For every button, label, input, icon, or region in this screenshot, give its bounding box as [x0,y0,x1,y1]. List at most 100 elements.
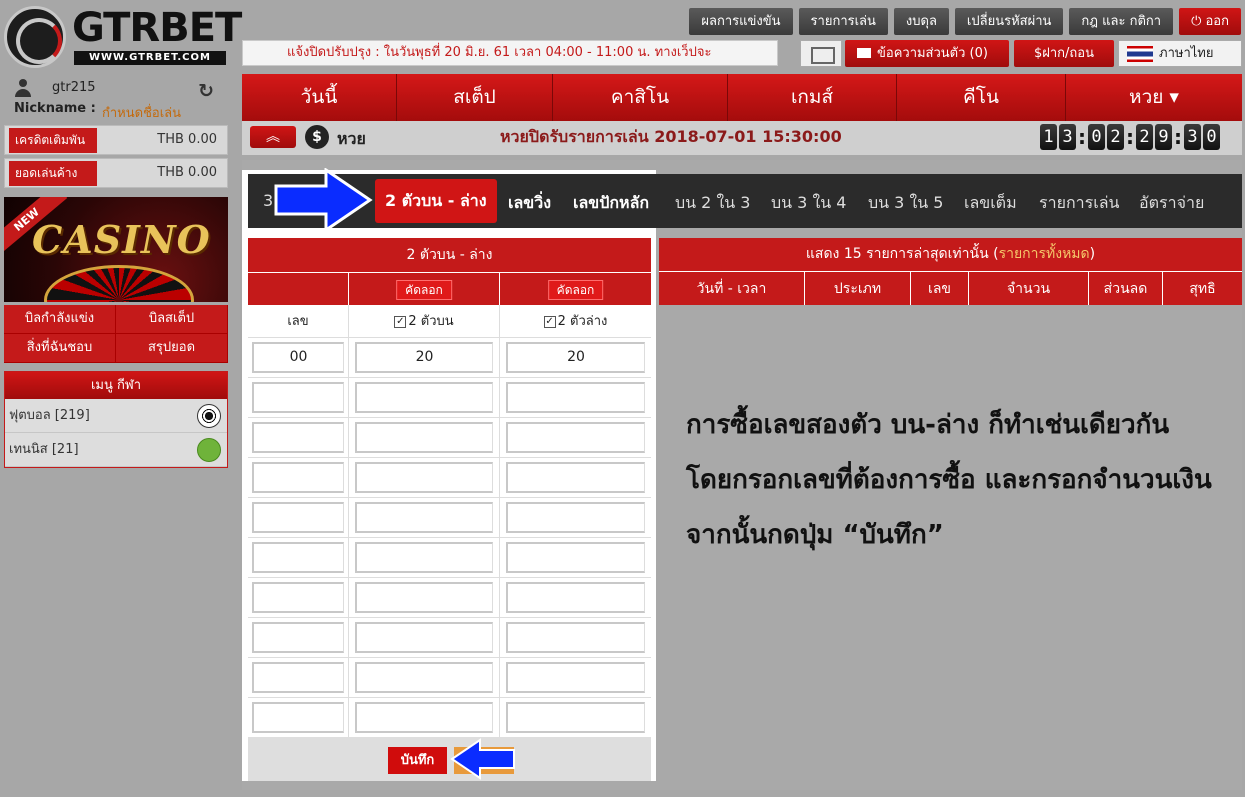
tab-payout-rates[interactable]: อัตราจ่าย [1139,191,1204,216]
bet-top-amount-input[interactable] [355,702,493,733]
bet-number-input[interactable] [252,422,344,453]
tab-3-digit[interactable]: 3 [263,191,273,210]
timer-digit: 0 [1088,124,1105,150]
link-running-bets[interactable]: บิลกำลังแข่ง [4,305,116,334]
tab-running-number[interactable]: เลขวิ่ง [508,191,551,216]
bet-top-amount-input[interactable] [355,622,493,653]
nav-casino[interactable]: คาสิโน [553,74,728,121]
link-step-bets[interactable]: บิลสเต็ป [116,305,228,334]
link-summary[interactable]: สรุปยอด [116,334,228,363]
save-button[interactable]: บันทึก [388,747,447,774]
bet-top-amount-input[interactable]: 20 [355,342,493,373]
bet-rows: 00 20 20 [248,338,651,738]
bet-top-amount-input[interactable] [355,542,493,573]
bet-bottom-amount-input[interactable] [506,422,645,453]
bottom-checkbox[interactable]: ✓ [543,315,556,328]
chevron-up-icon: ︽ [266,129,280,145]
bet-bottom-amount-input[interactable] [506,462,645,493]
rules-button[interactable]: กฎ และ กติกา [1069,8,1174,35]
bet-top-amount-input[interactable] [355,662,493,693]
tab-top-3-in-5[interactable]: บน 3 ใน 5 [868,191,943,216]
bet-row [248,418,651,458]
bet-row: 00 20 20 [248,338,651,378]
bet-bottom-amount-input[interactable] [506,622,645,653]
language-selector[interactable]: ภาษาไทย [1118,40,1242,67]
announcement-ticker: แจ้งปิดปรับปรุง : ในวันพุธที่ 20 มิ.ย. 6… [242,40,778,66]
col-top-header: ✓ 2 ตัวบน [349,305,500,337]
change-password-button[interactable]: เปลี่ยนรหัสผ่าน [954,8,1064,35]
power-icon: ⏻ [1191,14,1206,29]
bet-cell [248,618,349,657]
nav-today[interactable]: วันนี้ [242,74,397,121]
lottery-bar: ︽ $ หวย หวยปิดรับรายการเล่น 2018-07-01 1… [242,121,1242,155]
col-type: ประเภท [805,272,911,305]
messages-button[interactable]: ข้อความส่วนตัว (0) [845,40,1009,67]
mail-icon[interactable] [800,40,842,67]
bet-number-input[interactable] [252,382,344,413]
bet-top-amount-input[interactable] [355,502,493,533]
bet-bottom-amount-input[interactable] [506,542,645,573]
credit-row: เครดิตเติมพัน THB 0.00 [4,125,228,155]
refresh-icon[interactable]: ↻ [198,80,214,102]
lottery-ball-icon: $ [305,125,329,149]
tutorial-arrow-icon [274,168,373,232]
sports-menu: เมนู กีฬา ฟุตบอล [219] เทนนิส [21] [4,371,228,468]
tab-2-top-bottom[interactable]: 2 ตัวบน - ล่าง [375,179,497,223]
bet-form: 2 ตัวบน - ล่าง คัดลอก คัดลอก เลข ✓ 2 ตัวบ… [248,238,651,738]
bet-number-input[interactable] [252,662,344,693]
bet-row [248,378,651,418]
bet-number-input[interactable] [252,622,344,653]
bet-bottom-amount-input[interactable] [506,702,645,733]
bet-bottom-amount-input[interactable] [506,662,645,693]
timer-digit: 3 [1059,124,1076,150]
bet-number-input[interactable] [252,702,344,733]
copy-top-button[interactable]: คัดลอก [396,280,452,300]
col-amount: จำนวน [969,272,1089,305]
sport-item-football[interactable]: ฟุตบอล [219] [5,399,227,433]
bet-bottom-amount-input[interactable] [506,502,645,533]
casino-promo-banner[interactable]: NEW CASINO [4,197,228,302]
copy-bottom-button[interactable]: คัดลอก [547,280,604,300]
bet-cell [349,658,500,697]
nickname-link[interactable]: กำหนดชื่อเล่น [102,102,181,123]
bet-number-input[interactable]: 00 [252,342,344,373]
results-button[interactable]: ผลการแข่งขัน [689,8,793,35]
bet-number-input[interactable] [252,462,344,493]
top-checkbox[interactable]: ✓ [394,315,407,328]
bet-top-amount-input[interactable] [355,582,493,613]
nav-lottery[interactable]: หวย ▾ [1066,74,1242,121]
balance-button[interactable]: งบดุล [893,8,949,35]
bet-type-tabs: 3 2 ตัวบน - ล่าง เลขวิ่ง เลขปักหลัก บน 2… [248,174,1242,228]
bet-number-input[interactable] [252,582,344,613]
tab-top-3-in-4[interactable]: บน 3 ใน 4 [771,191,846,216]
brand-logo[interactable]: GTRBET WWW.GTRBET.COM [4,6,242,68]
bet-top-amount-input[interactable] [355,462,493,493]
tab-full-number[interactable]: เลขเต็ม [964,191,1017,216]
tab-fixed-digit[interactable]: เลขปักหลัก [573,191,649,216]
collapse-button[interactable]: ︽ [250,126,296,148]
bet-panel: 2 ตัวบน - ล่าง คัดลอก คัดลอก เลข ✓ 2 ตัวบ… [242,232,656,781]
bet-number-input[interactable] [252,542,344,573]
thai-flag-icon [1127,46,1153,62]
all-bets-link[interactable]: รายการทั้งหมด [999,246,1090,262]
tab-bet-list[interactable]: รายการเล่น [1039,191,1119,216]
tab-top-2-in-3[interactable]: บน 2 ใน 3 [675,191,750,216]
bet-bottom-amount-input[interactable]: 20 [506,342,645,373]
tutorial-arrow-left-icon [450,738,515,780]
logout-button[interactable]: ⏻ ออก [1179,8,1241,35]
bet-bottom-amount-input[interactable] [506,582,645,613]
bet-top-amount-input[interactable] [355,422,493,453]
bet-number-input[interactable] [252,502,344,533]
bet-top-amount-input[interactable] [355,382,493,413]
recent-bets-header: วันที่ - เวลา ประเภท เลข จำนวน ส่วนลด สุ… [659,271,1242,305]
deposit-withdraw-button[interactable]: $ฝาก/ถอน [1014,40,1114,67]
nav-step[interactable]: สเต็ป [397,74,553,121]
sport-item-tennis[interactable]: เทนนิส [21] [5,433,227,467]
nav-games[interactable]: เกมส์ [728,74,897,121]
col-number-header: เลข [248,305,349,337]
bet-list-button[interactable]: รายการเล่น [798,8,888,35]
bet-form-title: 2 ตัวบน - ล่าง [248,238,651,272]
nav-keno[interactable]: คีโน [897,74,1066,121]
link-favorites[interactable]: สิ่งที่ฉันชอบ [4,334,116,363]
bet-bottom-amount-input[interactable] [506,382,645,413]
